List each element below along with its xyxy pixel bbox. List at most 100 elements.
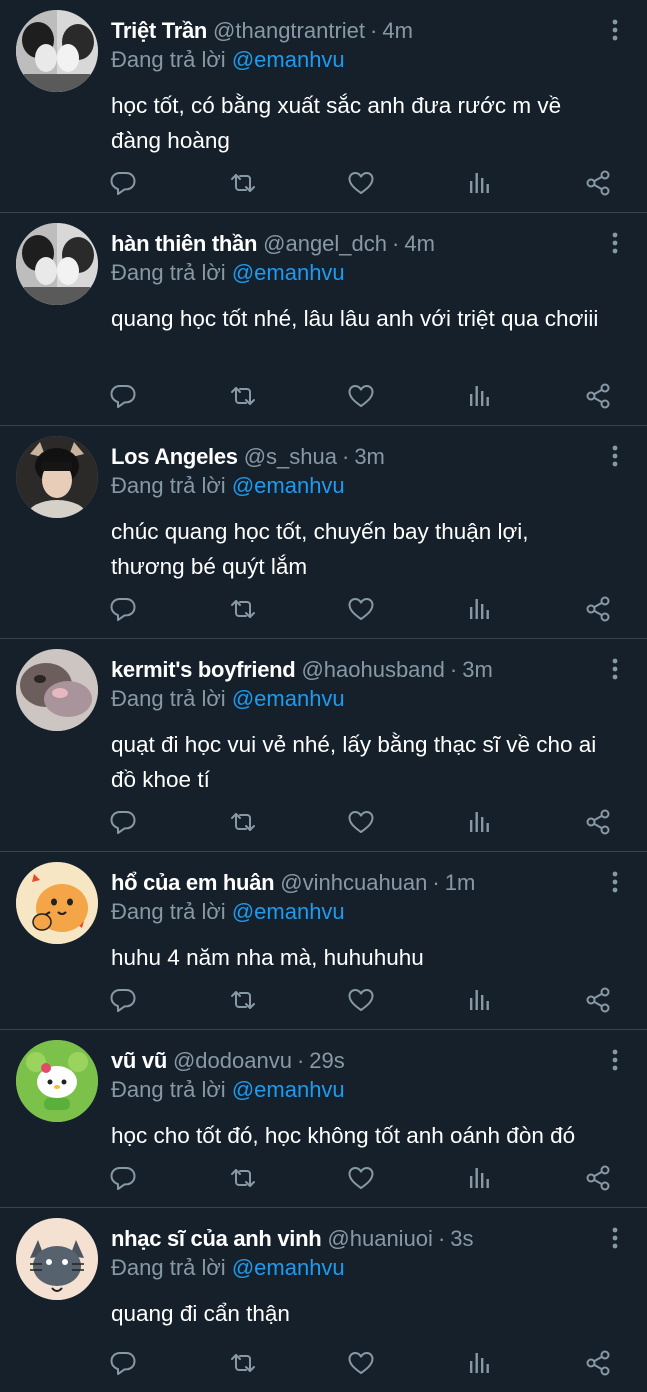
bw-couple-photo-avatar[interactable] [16,10,98,92]
share-icon[interactable] [583,594,613,624]
display-name[interactable]: kermit's boyfriend [111,657,296,682]
share-icon[interactable] [583,807,613,837]
tweet-content: Triệt Trần @thangtrantriet · 4m Đang trả lờ… [111,16,607,158]
mention-link[interactable]: @emanhvu [232,1255,345,1280]
tweet-header: kermit's boyfriend @haohusband · 3m [111,655,607,685]
more-options-icon[interactable] [607,1226,623,1250]
tweet-header: vũ vũ @dodoanvu · 29s [111,1046,607,1076]
retweet-icon[interactable] [228,1163,258,1193]
retweet-icon[interactable] [228,1348,258,1378]
display-name[interactable]: hàn thiên thần [111,231,257,256]
replying-to-label: Đang trả lời [111,47,226,72]
retweet-icon[interactable] [228,807,258,837]
mention-link[interactable]: @emanhvu [232,260,345,285]
share-icon[interactable] [583,381,613,411]
like-icon[interactable] [346,1348,376,1378]
tweet-content: hàn thiên thần @angel_dch · 4m Đang trả lời… [111,229,607,336]
mention-link[interactable]: @emanhvu [232,47,345,72]
reply-icon[interactable] [108,807,138,837]
timestamp[interactable]: 3s [450,1226,473,1251]
mention-link[interactable]: @emanhvu [232,1077,345,1102]
more-options-icon[interactable] [607,231,623,255]
views-icon[interactable] [465,1163,495,1193]
retweet-icon[interactable] [228,594,258,624]
tweet[interactable]: Triệt Trần @thangtrantriet · 4m Đang trả lờ… [0,0,647,213]
hello-kitty-frog-avatar[interactable] [16,1040,98,1122]
tweet-text: quang đi cẩn thận [111,1301,290,1326]
timestamp[interactable]: 29s [309,1048,344,1073]
display-name[interactable]: vũ vũ [111,1048,167,1073]
retweet-icon[interactable] [228,381,258,411]
cartoon-cat-avatar[interactable] [16,1218,98,1300]
reply-icon[interactable] [108,381,138,411]
views-icon[interactable] [465,1348,495,1378]
tweet[interactable]: hổ của em huân @vinhcuahuan · 1m Đang trả l… [0,852,647,1030]
like-icon[interactable] [346,985,376,1015]
tweet[interactable]: kermit's boyfriend @haohusband · 3m Đang tr… [0,639,647,852]
display-name[interactable]: hổ của em huân [111,870,275,895]
reply-icon[interactable] [108,594,138,624]
like-icon[interactable] [346,168,376,198]
timestamp[interactable]: 3m [462,657,493,682]
user-handle[interactable]: @angel_dch [263,231,387,256]
blurry-cat-photo-avatar[interactable] [16,649,98,731]
timestamp[interactable]: 3m [354,444,385,469]
display-name[interactable]: Los Angeles [111,444,238,469]
reply-icon[interactable] [108,1163,138,1193]
cartoon-tiger-avatar[interactable] [16,862,98,944]
separator-dot: · [432,870,440,895]
timestamp[interactable]: 1m [445,870,476,895]
views-icon[interactable] [465,985,495,1015]
views-icon[interactable] [465,594,495,624]
tweet[interactable]: hàn thiên thần @angel_dch · 4m Đang trả lời… [0,213,647,426]
like-icon[interactable] [346,1163,376,1193]
mention-link[interactable]: @emanhvu [232,473,345,498]
more-options-icon[interactable] [607,1048,623,1072]
bw-couple-photo-avatar[interactable] [16,223,98,305]
separator-dot: · [296,1048,305,1073]
views-icon[interactable] [465,381,495,411]
tweet-content: hổ của em huân @vinhcuahuan · 1m Đang trả l… [111,868,607,975]
views-icon[interactable] [465,168,495,198]
share-icon[interactable] [583,168,613,198]
user-handle[interactable]: @huaniuoi [327,1226,433,1251]
more-options-icon[interactable] [607,657,623,681]
share-icon[interactable] [583,1163,613,1193]
display-name[interactable]: nhạc sĩ của anh vinh [111,1226,322,1251]
retweet-icon[interactable] [228,168,258,198]
action-bar [108,807,613,837]
separator-dot: · [437,1226,446,1251]
user-handle[interactable]: @dodoanvu [173,1048,292,1073]
user-handle[interactable]: @thangtrantriet [213,18,365,43]
tweet[interactable]: nhạc sĩ của anh vinh @huaniuoi · 3s Đang tr… [0,1208,647,1392]
tweet[interactable]: Los Angeles @s_shua · 3m Đang trả lời @eman… [0,426,647,639]
user-handle[interactable]: @vinhcuahuan [280,870,427,895]
display-name[interactable]: Triệt Trần [111,18,207,43]
replying-to-label: Đang trả lời [111,1077,226,1102]
user-handle[interactable]: @s_shua [244,444,337,469]
like-icon[interactable] [346,594,376,624]
views-icon[interactable] [465,807,495,837]
mention-link[interactable]: @emanhvu [232,686,345,711]
separator-dot: · [370,18,378,43]
more-options-icon[interactable] [607,444,623,468]
like-icon[interactable] [346,807,376,837]
replying-to: Đang trả lời @emanhvu [111,472,607,500]
reply-icon[interactable] [108,1348,138,1378]
replying-to: Đang trả lời @emanhvu [111,259,607,287]
person-with-ears-photo-avatar[interactable] [16,436,98,518]
like-icon[interactable] [346,381,376,411]
retweet-icon[interactable] [228,985,258,1015]
tweet[interactable]: vũ vũ @dodoanvu · 29s Đang trả lời @emanhvu… [0,1030,647,1208]
share-icon[interactable] [583,985,613,1015]
replying-to-label: Đang trả lời [111,260,226,285]
timestamp[interactable]: 4m [404,231,435,256]
more-options-icon[interactable] [607,870,623,894]
timestamp[interactable]: 4m [382,18,413,43]
share-icon[interactable] [583,1348,613,1378]
reply-icon[interactable] [108,985,138,1015]
mention-link[interactable]: @emanhvu [232,899,345,924]
user-handle[interactable]: @haohusband [301,657,444,682]
more-options-icon[interactable] [607,18,623,42]
reply-icon[interactable] [108,168,138,198]
